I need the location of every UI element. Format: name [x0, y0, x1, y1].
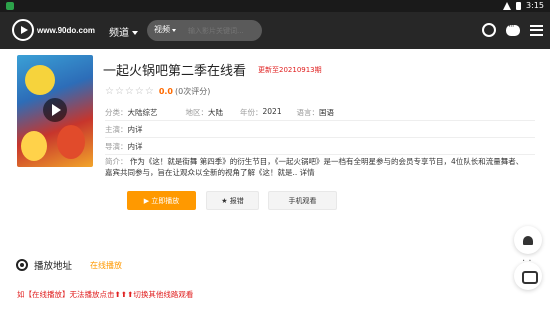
play-address-header: 播放地址 在线播放: [16, 258, 122, 272]
category-value[interactable]: 大陆综艺: [128, 107, 173, 118]
history-icon[interactable]: [482, 23, 496, 37]
cast-label: 主演：: [105, 125, 128, 134]
poster-image[interactable]: [17, 55, 93, 167]
switch-line-notice: 如【在线播放】无法播放点击⬆⬆⬆切换其他线路观看: [17, 290, 194, 299]
cast-row: 主演： 内详: [105, 124, 143, 135]
target-icon: [16, 259, 28, 271]
search-scope-label: 视频: [154, 25, 170, 34]
channel-label: 频道: [109, 28, 129, 39]
update-badge: 更新至20210913期: [258, 66, 322, 74]
intro-text[interactable]: 作为《这！就是街舞 第四季》的衍生节目，《一起火锅吧》是一档有全明星参与的会员专…: [105, 157, 523, 177]
wifi-icon: [503, 1, 512, 10]
play-logo-icon: [12, 19, 34, 41]
app-notification-icon: [6, 2, 14, 10]
category-label: 分类：: [105, 108, 128, 117]
star-rating-icon[interactable]: ☆☆☆☆☆: [105, 86, 155, 97]
intro-label: 简介：: [105, 157, 128, 166]
region-value: 大陆: [208, 108, 223, 117]
play-address-label: 播放地址: [34, 261, 73, 272]
year-label: 年份：: [240, 108, 263, 117]
play-icon[interactable]: [43, 98, 67, 122]
rating-count: (0次评分): [175, 87, 211, 96]
search-input[interactable]: [188, 24, 260, 37]
top-nav: www.90do.com 频道 视频: [0, 12, 550, 49]
divider: [105, 154, 535, 155]
site-name: www.90do.com: [37, 25, 95, 35]
play-now-button[interactable]: ▶ 立即播放: [127, 191, 196, 210]
director-row: 导演： 内详: [105, 141, 143, 152]
tab-online-play[interactable]: 在线播放: [90, 260, 122, 271]
rating-score: 0.0: [158, 87, 173, 96]
year-value: 2021: [262, 107, 282, 116]
poster-decoration: [57, 125, 85, 159]
rating: ☆☆☆☆☆ 0.0 (0次评分): [105, 86, 210, 97]
region-label: 地区：: [185, 108, 209, 117]
meta-row: 分类： 大陆综艺 地区： 大陆 年份： 2021 语言： 国语: [105, 107, 334, 118]
director-value: 内详: [127, 142, 143, 151]
chevron-down-icon: [172, 29, 176, 32]
site-logo[interactable]: www.90do.com: [12, 19, 95, 41]
status-bar: 3:15: [0, 0, 550, 12]
search-bar: 视频: [147, 20, 262, 41]
page-title: 一起火锅吧第二季在线看: [103, 64, 247, 79]
clock: 3:15: [526, 1, 544, 10]
language-label: 语言：: [296, 108, 320, 117]
poster-decoration: [25, 65, 55, 95]
cast-value: 内详: [127, 125, 143, 134]
comment-icon[interactable]: [514, 262, 542, 290]
director-label: 导演：: [105, 142, 128, 151]
chevron-down-icon: [132, 30, 138, 35]
synopsis: 简介： 作为《这！就是街舞 第四季》的衍生节目，《一起火锅吧》是一档有全明星参与…: [105, 156, 525, 178]
menu-icon[interactable]: [530, 24, 543, 36]
divider: [105, 120, 535, 121]
mobile-watch-button[interactable]: 手机观看: [268, 191, 337, 210]
report-button[interactable]: ★ 报错: [206, 191, 259, 210]
divider: [105, 137, 535, 138]
poster-decoration: [21, 131, 47, 161]
android-icon[interactable]: [514, 226, 542, 254]
channel-dropdown[interactable]: 频道: [109, 24, 138, 39]
battery-icon: [516, 1, 522, 10]
chat-icon[interactable]: [506, 22, 520, 36]
search-scope-select[interactable]: 视频: [154, 24, 176, 35]
language-value: 国语: [319, 108, 334, 117]
